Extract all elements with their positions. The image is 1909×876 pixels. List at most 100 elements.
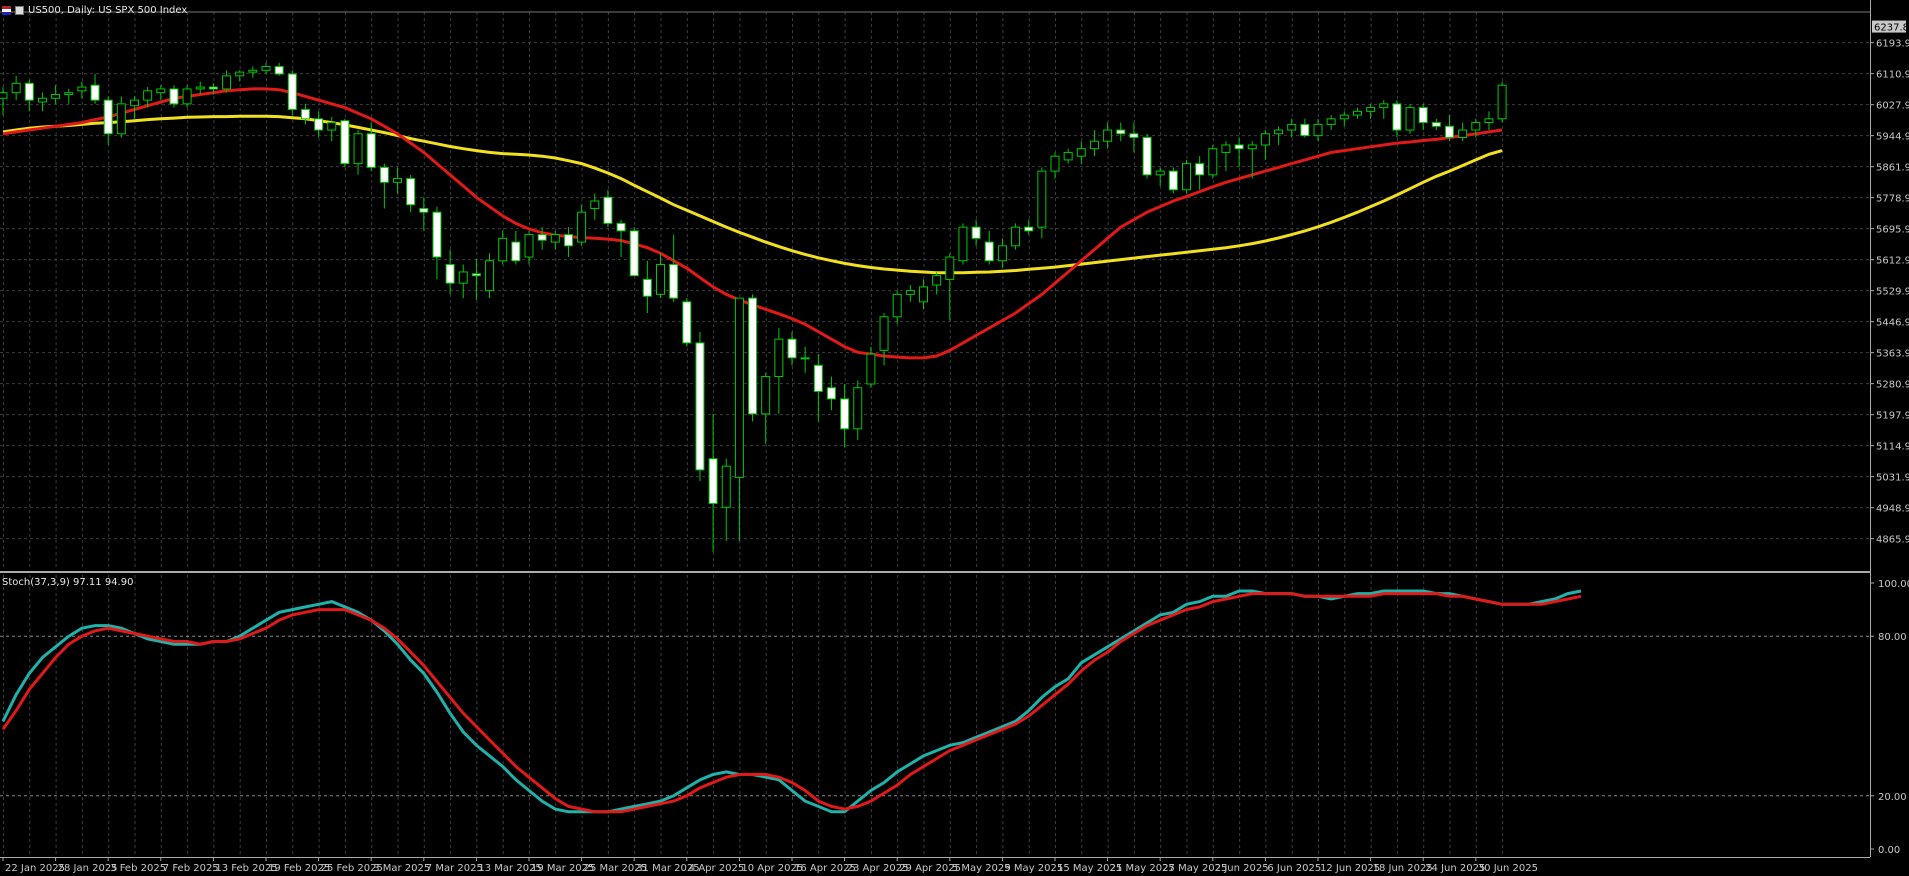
candle-body-up: [327, 122, 337, 131]
stoch-tick-label: 0.00: [1878, 845, 1900, 856]
candle-body-up: [248, 69, 258, 73]
candle-body-down: [1168, 170, 1178, 191]
current-price-label: 6237.8: [1874, 23, 1909, 34]
price-tick-label: 5695.9: [1876, 225, 1909, 236]
candle-body-down: [708, 458, 718, 505]
candle-body-up: [1339, 114, 1349, 120]
candle-body-up: [1379, 103, 1389, 109]
candle-body-up: [1103, 129, 1113, 142]
price-chart[interactable]: 6193.9 6110.9 6027.9 5944.9 5861.9 5778.9 5695…: [0, 0, 1909, 876]
candle-body-up: [656, 263, 665, 295]
time-tick-label: 5 May 2025: [952, 863, 1011, 874]
candle-body-up: [485, 260, 495, 292]
candle-body-up: [116, 103, 126, 135]
candle-body-up: [1497, 84, 1507, 120]
price-tick-label: 5031.9: [1876, 473, 1909, 484]
candle-body-up: [932, 275, 942, 286]
price-tick-label: 5363.9: [1876, 349, 1909, 360]
candle-body-up: [800, 357, 810, 360]
candle-body-up: [721, 465, 731, 508]
candle-body-up: [498, 237, 508, 262]
candle-body-down: [1445, 125, 1454, 138]
candle-body-down: [103, 99, 113, 135]
candle-body-up: [393, 178, 402, 183]
candle-body-up: [905, 290, 915, 295]
candle-body-down: [90, 84, 100, 101]
candle-body-up: [945, 256, 955, 280]
candle-body-up: [143, 90, 153, 101]
candle-body-down: [1234, 144, 1244, 150]
time-tick-label: 22 Jan 2025: [5, 863, 65, 874]
candle-body-up: [734, 297, 744, 478]
stoch-tick-label: 80.00: [1878, 632, 1907, 643]
chart-title-bar: US500, Daily: US SPX 500 Index: [2, 1, 187, 19]
candle-body-up: [997, 245, 1007, 262]
candle-body-down: [366, 133, 376, 168]
candle-body-up: [37, 97, 47, 103]
candle-body-up: [130, 99, 139, 107]
time-tick-label: 30 Jun 2025: [1478, 863, 1538, 874]
candle-body-down: [537, 234, 547, 241]
time-tick-label: 28 Jan 2025: [58, 863, 118, 874]
candle-body-down: [1116, 129, 1126, 135]
candle: [287, 70, 297, 116]
time-tick-label: 12 Jun 2025: [1320, 863, 1380, 874]
candle-body-up: [590, 200, 600, 209]
candle-body-up: [1247, 144, 1257, 150]
candle-body-up: [1313, 123, 1323, 137]
candle-body-down: [1142, 136, 1152, 176]
candle-body-up: [195, 86, 205, 90]
price-tick-label: 6027.9: [1876, 101, 1909, 112]
price-tick-label: 5280.9: [1876, 380, 1909, 391]
price-tick-label: 5861.9: [1876, 163, 1909, 174]
candle-body-down: [274, 66, 284, 75]
candle-body-up: [1484, 118, 1494, 124]
time-tick-label: 6 Jun 2025: [1267, 863, 1321, 874]
time-tick-label: 2 Jun 2025: [1215, 863, 1269, 874]
time-tick-label: 9 May 2025: [1004, 863, 1063, 874]
chart-icon[interactable]: [15, 5, 24, 15]
candle-body-down: [432, 211, 442, 258]
candle: [1011, 223, 1021, 250]
candle-body-up: [774, 338, 784, 378]
candle-body-up: [1208, 148, 1218, 176]
candle-body-up: [1076, 148, 1086, 157]
candle-body-up: [1274, 129, 1284, 135]
candle-body-up: [1037, 170, 1047, 228]
time-tick-label: 3 Feb 2025: [110, 863, 166, 874]
price-tick-label: 4865.9: [1876, 535, 1909, 546]
chart-title: US500, Daily: US SPX 500 Index: [28, 4, 188, 16]
candle-body-up: [11, 82, 21, 94]
candle-body-up: [353, 133, 363, 165]
candle-body-up: [550, 234, 560, 243]
candle-body-up: [51, 94, 61, 99]
candle: [695, 331, 705, 482]
candle-body-down: [642, 278, 652, 297]
candle-body-up: [156, 88, 166, 94]
price-tick-label: 5944.9: [1876, 132, 1909, 143]
candle-body-down: [682, 301, 692, 344]
candle-body-up: [1405, 107, 1415, 131]
candle-body-down: [695, 342, 705, 471]
price-tick-label: 5446.9: [1876, 318, 1909, 329]
candle-body-down: [340, 120, 350, 165]
candle-body-up: [1050, 155, 1060, 172]
candle-body-up: [892, 293, 902, 318]
candle-body-down: [24, 82, 34, 101]
candle-body-up: [1063, 151, 1073, 161]
candle: [1182, 159, 1191, 194]
candle: [682, 298, 692, 347]
candle-body-down: [826, 387, 836, 400]
candle-body-down: [300, 108, 310, 120]
price-tick-label: 6110.9: [1876, 70, 1909, 81]
candle-body-up: [919, 286, 928, 303]
candle-body-up: [1471, 122, 1481, 131]
price-tick-label: 5612.9: [1876, 256, 1909, 267]
candle-body-down: [787, 338, 797, 359]
candle-body-up: [1011, 226, 1021, 247]
price-tick-label: 4948.9: [1876, 504, 1909, 515]
candle-body-up: [235, 71, 245, 77]
time-tick-label: 4 Apr 2025: [689, 863, 744, 874]
candle-body-up: [458, 271, 468, 284]
candle-body-up: [958, 226, 968, 262]
